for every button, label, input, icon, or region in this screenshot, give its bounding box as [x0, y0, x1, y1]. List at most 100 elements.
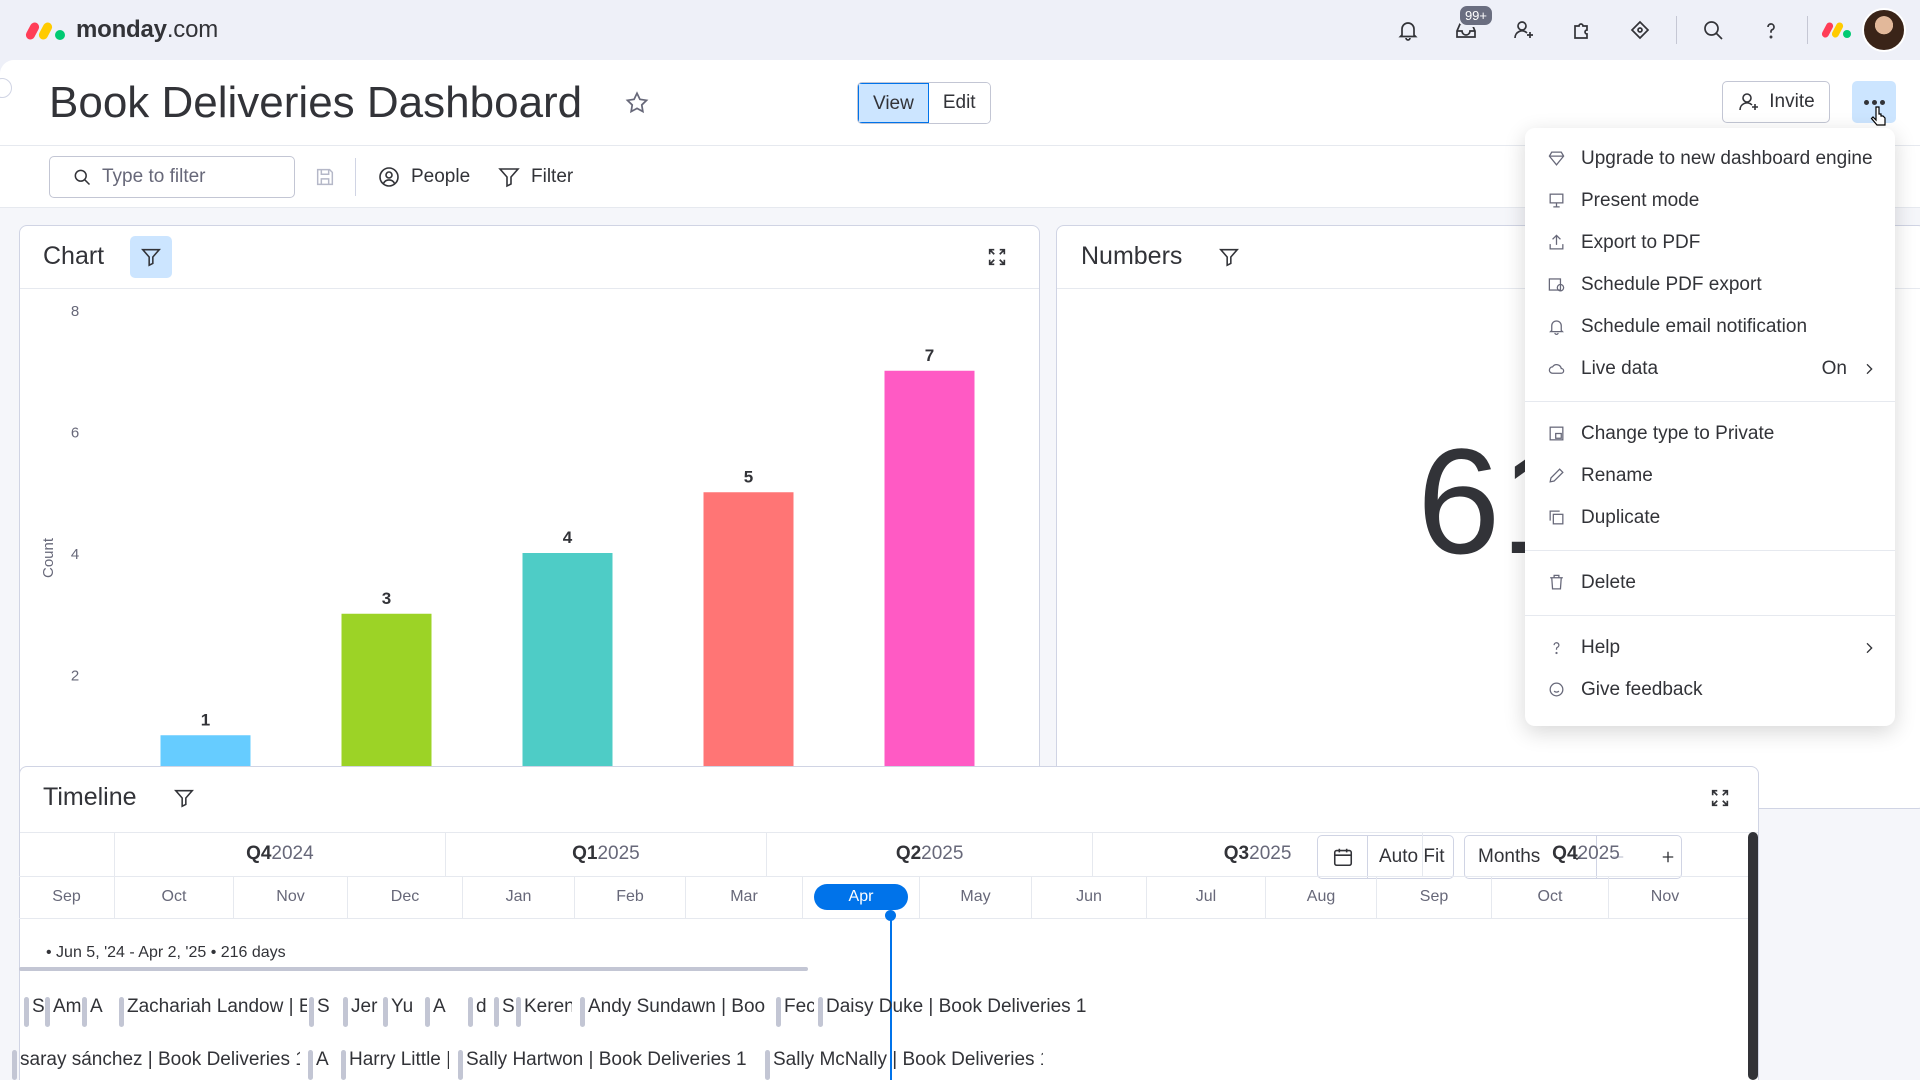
user-avatar[interactable]: [1862, 8, 1906, 52]
menu-item-rename[interactable]: Rename: [1525, 455, 1895, 497]
filter-separator: [355, 158, 356, 196]
invite-members-icon[interactable]: [1502, 8, 1546, 52]
people-filter-button[interactable]: People: [377, 156, 470, 198]
diamond-icon: [1547, 149, 1567, 169]
timeline-item-handle[interactable]: [82, 997, 87, 1027]
timeline-filter-icon[interactable]: [173, 787, 199, 813]
bar-value-label: 1: [201, 710, 210, 729]
timeline-item-handle[interactable]: [343, 997, 348, 1027]
help-icon[interactable]: [1749, 8, 1793, 52]
timeline-item[interactable]: Yu: [391, 985, 415, 1029]
timeline-item-handle[interactable]: [494, 997, 499, 1027]
edit-button[interactable]: Edit: [928, 83, 990, 123]
timeline-item[interactable]: Fec: [784, 985, 814, 1029]
timeline-item[interactable]: A: [90, 985, 106, 1029]
timeline-item-handle[interactable]: [45, 997, 50, 1027]
timeline-item[interactable]: Zachariah Landow | E: [127, 985, 307, 1029]
timeline-range-bar[interactable]: [19, 967, 808, 971]
timeline-item-handle[interactable]: [516, 997, 521, 1027]
timeline-item[interactable]: Sally McNally | Book Deliveries 1: [773, 1038, 1043, 1080]
search-icon: [74, 169, 91, 186]
timeline-item[interactable]: Sally Hartwon | Book Deliveries 1: [466, 1038, 746, 1080]
timeline-item[interactable]: A: [433, 985, 447, 1029]
menu-item-present-mode[interactable]: Present mode: [1525, 180, 1895, 222]
present-icon: [1547, 191, 1567, 211]
brand[interactable]: monday.com: [24, 14, 218, 46]
timeline-item-handle[interactable]: [12, 1050, 17, 1080]
timeline-item-handle[interactable]: [818, 997, 823, 1027]
timeline-item[interactable]: Keren: [524, 985, 572, 1029]
view-button[interactable]: View: [858, 83, 929, 123]
timeline-item-handle[interactable]: [776, 997, 781, 1027]
menu-item-feedback[interactable]: Give feedback: [1525, 669, 1895, 711]
timeline-item-handle[interactable]: [383, 997, 388, 1027]
quarter-label: Q1 2025: [444, 832, 766, 876]
workspace-logo-icon[interactable]: [1820, 20, 1852, 40]
people-label: People: [411, 166, 471, 187]
timeline-item[interactable]: Andy Sundawn | Boo: [588, 985, 768, 1029]
y-tick-label: 2: [71, 668, 79, 685]
save-view-icon[interactable]: [314, 166, 338, 190]
top-separator: [1807, 16, 1808, 44]
y-tick-label: 8: [71, 303, 79, 320]
timeline-scrollbar[interactable]: [1748, 832, 1758, 1080]
page-title[interactable]: Book Deliveries Dashboard: [49, 78, 582, 128]
filter-button[interactable]: Filter: [497, 156, 573, 198]
timeline-item[interactable]: A: [316, 1038, 332, 1080]
timeline-item-handle[interactable]: [458, 1050, 463, 1080]
menu-item-upgrade[interactable]: Upgrade to new dashboard engine: [1525, 138, 1895, 180]
apps-puzzle-icon[interactable]: [1560, 8, 1604, 52]
timeline-item-handle[interactable]: [425, 997, 430, 1027]
timeline-item[interactable]: d: [476, 985, 490, 1029]
menu-item-change-type[interactable]: Change type to Private: [1525, 413, 1895, 455]
timeline-item[interactable]: Daisy Duke | Book Deliveries 1: [826, 985, 1086, 1029]
timeline-expand-icon[interactable]: [1709, 787, 1731, 814]
search-placeholder: Type to filter: [102, 166, 206, 187]
menu-item-help[interactable]: Help: [1525, 627, 1895, 669]
menu-item-schedule-pdf[interactable]: Schedule PDF export: [1525, 264, 1895, 306]
notifications-bell-icon[interactable]: [1386, 8, 1430, 52]
search-input[interactable]: Type to filter: [49, 156, 295, 198]
timeline-item[interactable]: S: [32, 985, 44, 1029]
favorite-star-icon[interactable]: [624, 90, 650, 116]
timeline-item-handle[interactable]: [119, 997, 124, 1027]
filter-icon: [498, 168, 520, 188]
chevron-right-icon: [1866, 363, 1873, 375]
top-icons: 99+: [1372, 4, 1906, 52]
timeline-item-handle[interactable]: [580, 997, 585, 1027]
timeline-item[interactable]: Am: [53, 985, 81, 1029]
menu-item-export-pdf[interactable]: Export to PDF: [1525, 222, 1895, 264]
marketplace-robot-icon[interactable]: [1618, 8, 1662, 52]
timeline-item[interactable]: saray sánchez | Book Deliveries 1: [20, 1038, 300, 1080]
timeline-item[interactable]: Harry Little |: [349, 1038, 449, 1080]
menu-item-duplicate[interactable]: Duplicate: [1525, 497, 1895, 539]
timeline-item-handle[interactable]: [765, 1050, 770, 1080]
menu-item-delete[interactable]: Delete: [1525, 562, 1895, 604]
bar: [703, 492, 794, 796]
quarter-label: Q3 2025: [1092, 832, 1422, 876]
timeline-item-handle[interactable]: [308, 1050, 313, 1080]
month-label: Dec: [347, 876, 462, 918]
chart-filter-icon[interactable]: [130, 236, 172, 278]
duplicate-icon: [1547, 508, 1567, 528]
timeline-item-handle[interactable]: [309, 997, 314, 1027]
timeline-item[interactable]: S: [502, 985, 516, 1029]
bar-value-label: 7: [925, 346, 934, 365]
inbox-icon[interactable]: 99+: [1444, 4, 1494, 52]
menu-item-live-data[interactable]: Live data On: [1525, 348, 1895, 390]
search-icon[interactable]: [1691, 8, 1735, 52]
timeline-item-handle[interactable]: [24, 997, 29, 1027]
menu-item-schedule-email[interactable]: Schedule email notification: [1525, 306, 1895, 348]
chart-expand-icon[interactable]: [986, 246, 1008, 273]
month-label: Jul: [1146, 876, 1265, 918]
timeline-item-handle[interactable]: [341, 1050, 346, 1080]
timeline-item-handle[interactable]: [468, 997, 473, 1027]
month-label: Mar: [685, 876, 802, 918]
timeline-item[interactable]: S: [317, 985, 331, 1029]
numbers-filter-icon[interactable]: [1218, 246, 1244, 272]
y-tick-label: 6: [71, 425, 79, 442]
timeline-item[interactable]: Jer: [351, 985, 381, 1029]
sidebar-toggle-icon[interactable]: [0, 78, 12, 98]
invite-button[interactable]: Invite: [1722, 81, 1830, 123]
bar-value-label: 4: [563, 528, 573, 547]
